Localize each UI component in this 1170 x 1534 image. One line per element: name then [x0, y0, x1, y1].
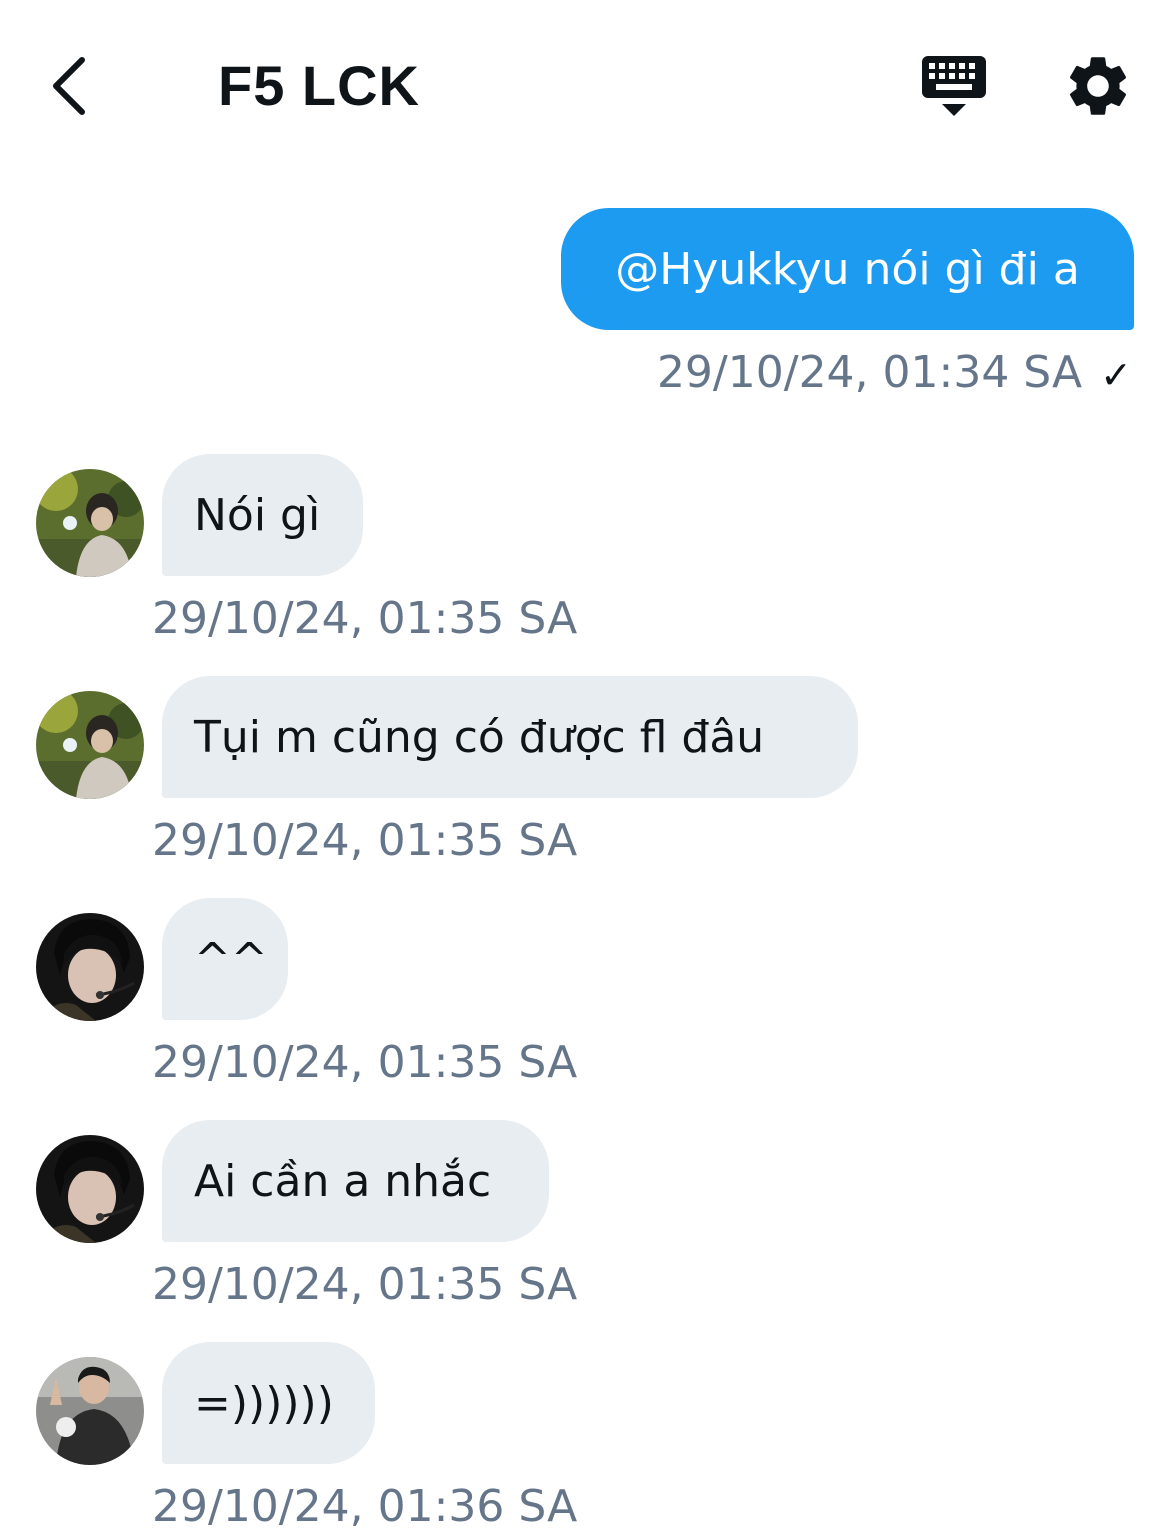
avatar[interactable]	[36, 913, 144, 1021]
message-bubble-incoming[interactable]: Nói gì	[162, 454, 363, 576]
keyboard-icon	[922, 56, 986, 116]
conversation-header: F5 LCK	[0, 0, 1170, 170]
message-bubble-incoming[interactable]: Ai cần a nhắc	[162, 1120, 549, 1242]
avatar[interactable]	[36, 1357, 144, 1465]
message-timestamp: 29/10/24, 01:35 SA	[152, 1037, 578, 1088]
message-text: Ai cần a nhắc	[194, 1155, 492, 1207]
message-bubble-incoming[interactable]: ^^	[162, 898, 288, 1020]
message-text: =))))))	[194, 1377, 334, 1429]
message-text: Tụi m cũng có được fl đâu	[194, 711, 765, 763]
message-bubble-outgoing[interactable]: @Hyukkyu nói gì đi a	[561, 208, 1134, 330]
message-timestamp: 29/10/24, 01:34 SA ✓	[657, 346, 1132, 402]
message-timestamp: 29/10/24, 01:35 SA	[152, 1259, 578, 1310]
gear-icon	[1069, 57, 1127, 115]
avatar[interactable]	[36, 691, 144, 799]
message-text: Nói gì	[194, 489, 321, 541]
message-timestamp: 29/10/24, 01:35 SA	[152, 593, 578, 644]
settings-button[interactable]	[1062, 48, 1134, 124]
read-check-icon: ✓	[1100, 353, 1132, 397]
back-arrow-icon	[53, 57, 85, 115]
keyboard-button[interactable]	[916, 48, 992, 124]
conversation-title: F5 LCK	[218, 54, 420, 117]
back-button[interactable]	[36, 48, 100, 124]
avatar[interactable]	[36, 469, 144, 577]
message-timestamp: 29/10/24, 01:36 SA	[152, 1481, 578, 1532]
message-bubble-incoming[interactable]: Tụi m cũng có được fl đâu	[162, 676, 858, 798]
avatar[interactable]	[36, 1135, 144, 1243]
message-text: @Hyukkyu nói gì đi a	[615, 243, 1080, 295]
message-bubble-incoming[interactable]: =))))))	[162, 1342, 375, 1464]
message-timestamp: 29/10/24, 01:35 SA	[152, 815, 578, 866]
message-text: ^^	[194, 933, 268, 985]
